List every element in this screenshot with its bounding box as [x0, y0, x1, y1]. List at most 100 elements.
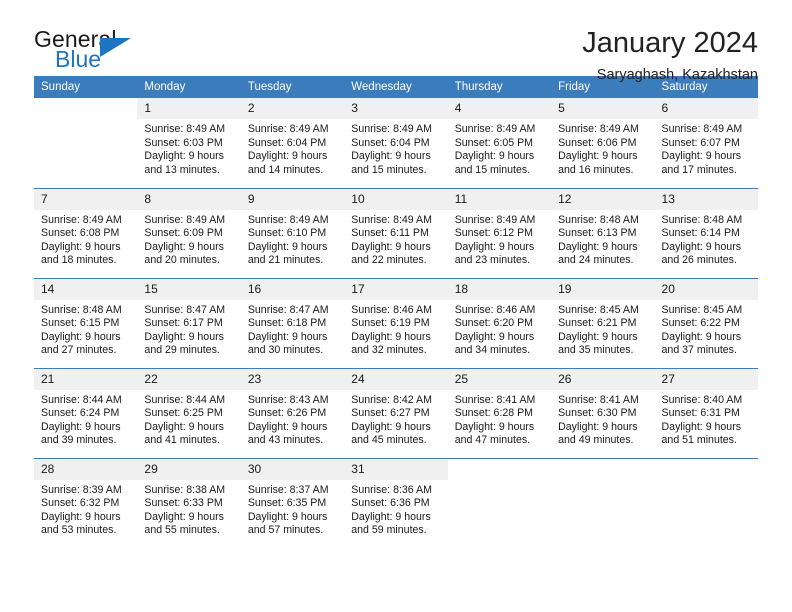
day-sun-info: Sunrise: 8:49 AM Sunset: 6:04 PM Daylight:…	[344, 119, 447, 177]
day-sun-info: Sunrise: 8:44 AM Sunset: 6:25 PM Daylight:…	[137, 390, 240, 448]
calendar-week-row: 21 Sunrise: 8:44 AM Sunset: 6:24 PM Dayligh…	[34, 367, 758, 458]
day-sun-info: Sunrise: 8:49 AM Sunset: 6:10 PM Daylight:…	[241, 210, 344, 268]
calendar-day-cell[interactable]: 27 Sunrise: 8:40 AM Sunset: 6:31 PM Dayligh…	[654, 367, 758, 458]
calendar-day-cell[interactable]: 7 Sunrise: 8:49 AM Sunset: 6:08 PM Daylight…	[34, 187, 138, 278]
calendar-day-cell[interactable]: 4 Sunrise: 8:49 AM Sunset: 6:05 PM Daylight…	[447, 98, 552, 188]
day-number: 2	[240, 98, 345, 119]
calendar-day-cell[interactable]: 11 Sunrise: 8:49 AM Sunset: 6:12 PM Dayligh…	[447, 187, 552, 278]
calendar-day-cell[interactable]: 6 Sunrise: 8:49 AM Sunset: 6:07 PM Daylight…	[654, 98, 758, 188]
sunset-time: Sunset: 6:22 PM	[661, 317, 740, 330]
title-block: January 2024 Saryaghash, Kazakhstan	[582, 28, 758, 84]
daylight-duration-line2: and 49 minutes.	[558, 434, 634, 447]
daylight-duration-line1: Daylight: 9 hours	[144, 330, 224, 343]
daylight-duration-line1: Daylight: 9 hours	[558, 330, 638, 343]
daylight-duration-line2: and 34 minutes.	[454, 344, 531, 357]
day-number: 19	[551, 278, 655, 300]
calendar-day-cell[interactable]: 10 Sunrise: 8:49 AM Sunset: 6:11 PM Dayligh…	[344, 187, 448, 278]
calendar-day-cell[interactable]: 20 Sunrise: 8:45 AM Sunset: 6:22 PM Dayligh…	[654, 277, 758, 368]
calendar-day-cell[interactable]: 30 Sunrise: 8:37 AM Sunset: 6:35 PM Dayligh…	[240, 457, 345, 548]
calendar-day-cell[interactable]: 5 Sunrise: 8:49 AM Sunset: 6:06 PM Daylight…	[551, 98, 655, 188]
calendar-day-cell[interactable]: 29 Sunrise: 8:38 AM Sunset: 6:33 PM Dayligh…	[137, 457, 241, 548]
day-sun-info: Sunrise: 8:47 AM Sunset: 6:17 PM Daylight:…	[137, 300, 240, 358]
daylight-duration-line1: Daylight: 9 hours	[661, 420, 742, 433]
calendar-day-cell[interactable]: 15 Sunrise: 8:47 AM Sunset: 6:17 PM Dayligh…	[137, 277, 241, 368]
daylight-duration-line1: Daylight: 9 hours	[247, 150, 328, 163]
daylight-duration-line1: Daylight: 9 hours	[661, 150, 742, 163]
daylight-duration-line1: Daylight: 9 hours	[247, 240, 328, 253]
daylight-duration-line2: and 21 minutes.	[247, 254, 324, 267]
sunset-time: Sunset: 6:27 PM	[351, 407, 430, 420]
calendar-day-cell[interactable]: 14 Sunrise: 8:48 AM Sunset: 6:15 PM Dayligh…	[34, 277, 138, 368]
day-number: 10	[344, 188, 448, 210]
sunset-time: Sunset: 6:04 PM	[351, 136, 430, 149]
month-calendar: Sunday Monday Tuesday Wednesday Thursday…	[34, 76, 758, 548]
sunrise-time: Sunrise: 8:42 AM	[351, 393, 432, 406]
calendar-day-cell[interactable]: 21 Sunrise: 8:44 AM Sunset: 6:24 PM Dayligh…	[34, 367, 138, 458]
day-number	[447, 458, 552, 480]
weekday-header-thursday: Thursday	[447, 76, 552, 98]
sunrise-time: Sunrise: 8:48 AM	[558, 213, 639, 226]
calendar-day-cell[interactable]: 8 Sunrise: 8:49 AM Sunset: 6:09 PM Daylight…	[137, 187, 241, 278]
day-number: 3	[344, 98, 448, 119]
sunrise-time: Sunrise: 8:37 AM	[247, 483, 329, 496]
day-number: 6	[654, 98, 758, 119]
daylight-duration-line2: and 17 minutes.	[661, 163, 737, 176]
calendar-day-cell-empty	[654, 457, 758, 548]
sunrise-time: Sunrise: 8:49 AM	[661, 123, 743, 135]
day-number: 9	[240, 188, 345, 210]
day-number	[654, 458, 758, 480]
calendar-day-cell[interactable]: 22 Sunrise: 8:44 AM Sunset: 6:25 PM Dayligh…	[137, 367, 241, 458]
calendar-day-cell[interactable]: 2 Sunrise: 8:49 AM Sunset: 6:04 PM Daylight…	[240, 98, 345, 188]
sunset-time: Sunset: 6:20 PM	[454, 317, 534, 330]
daylight-duration-line1: Daylight: 9 hours	[41, 420, 121, 433]
calendar-day-cell[interactable]: 13 Sunrise: 8:48 AM Sunset: 6:14 PM Dayligh…	[654, 187, 758, 278]
page-header: General Blue January 2024 Saryaghash, Ka…	[34, 0, 758, 84]
daylight-duration-line2: and 53 minutes.	[41, 524, 117, 537]
daylight-duration-line1: Daylight: 9 hours	[247, 420, 328, 433]
daylight-duration-line2: and 55 minutes.	[144, 524, 220, 537]
day-sun-info: Sunrise: 8:46 AM Sunset: 6:19 PM Daylight:…	[344, 300, 447, 358]
day-number: 22	[137, 368, 241, 390]
day-sun-info: Sunrise: 8:49 AM Sunset: 6:12 PM Daylight:…	[448, 210, 551, 268]
calendar-day-cell[interactable]: 19 Sunrise: 8:45 AM Sunset: 6:21 PM Dayligh…	[551, 277, 655, 368]
day-number: 24	[344, 368, 448, 390]
daylight-duration-line2: and 41 minutes.	[144, 434, 220, 447]
calendar-day-cell[interactable]: 12 Sunrise: 8:48 AM Sunset: 6:13 PM Dayligh…	[551, 187, 655, 278]
sunset-time: Sunset: 6:32 PM	[41, 497, 120, 510]
calendar-day-cell[interactable]: 1 Sunrise: 8:49 AM Sunset: 6:03 PM Daylight…	[137, 98, 241, 188]
calendar-day-cell[interactable]: 28 Sunrise: 8:39 AM Sunset: 6:32 PM Dayligh…	[34, 457, 138, 548]
calendar-day-cell[interactable]: 24 Sunrise: 8:42 AM Sunset: 6:27 PM Dayligh…	[344, 367, 448, 458]
day-number: 29	[137, 458, 241, 480]
sunset-time: Sunset: 6:06 PM	[558, 136, 637, 149]
daylight-duration-line1: Daylight: 9 hours	[454, 420, 535, 433]
sunrise-time: Sunrise: 8:45 AM	[661, 303, 743, 316]
daylight-duration-line1: Daylight: 9 hours	[144, 240, 224, 253]
calendar-day-cell[interactable]: 23 Sunrise: 8:43 AM Sunset: 6:26 PM Dayligh…	[240, 367, 345, 458]
sunset-time: Sunset: 6:17 PM	[144, 317, 223, 330]
daylight-duration-line2: and 35 minutes.	[558, 344, 634, 357]
daylight-duration-line2: and 29 minutes.	[144, 344, 220, 357]
day-sun-info: Sunrise: 8:45 AM Sunset: 6:21 PM Daylight:…	[551, 300, 654, 358]
calendar-day-cell[interactable]: 18 Sunrise: 8:46 AM Sunset: 6:20 PM Dayligh…	[447, 277, 552, 368]
weekday-header-wednesday: Wednesday	[344, 76, 448, 98]
general-blue-logo[interactable]: General Blue	[34, 28, 146, 74]
calendar-day-cell[interactable]: 16 Sunrise: 8:47 AM Sunset: 6:18 PM Dayligh…	[240, 277, 345, 368]
calendar-day-cell[interactable]: 25 Sunrise: 8:41 AM Sunset: 6:28 PM Dayligh…	[447, 367, 552, 458]
day-number: 25	[447, 368, 552, 390]
calendar-day-cell[interactable]: 31 Sunrise: 8:36 AM Sunset: 6:36 PM Dayligh…	[344, 457, 448, 548]
day-number	[34, 98, 138, 119]
day-sun-info: Sunrise: 8:47 AM Sunset: 6:18 PM Daylight:…	[241, 300, 344, 358]
sunset-time: Sunset: 6:30 PM	[558, 407, 637, 420]
sunrise-time: Sunrise: 8:49 AM	[558, 123, 639, 135]
daylight-duration-line1: Daylight: 9 hours	[454, 240, 535, 253]
calendar-day-cell-empty	[447, 457, 552, 548]
calendar-day-cell[interactable]: 17 Sunrise: 8:46 AM Sunset: 6:19 PM Dayligh…	[344, 277, 448, 368]
day-number: 27	[654, 368, 758, 390]
day-number: 4	[447, 98, 552, 119]
sunset-time: Sunset: 6:14 PM	[661, 227, 740, 240]
sunrise-time: Sunrise: 8:47 AM	[144, 303, 226, 316]
calendar-day-cell[interactable]: 9 Sunrise: 8:49 AM Sunset: 6:10 PM Daylight…	[240, 187, 345, 278]
calendar-day-cell[interactable]: 26 Sunrise: 8:41 AM Sunset: 6:30 PM Dayligh…	[551, 367, 655, 458]
calendar-day-cell[interactable]: 3 Sunrise: 8:49 AM Sunset: 6:04 PM Daylight…	[344, 98, 448, 188]
daylight-duration-line1: Daylight: 9 hours	[351, 330, 431, 343]
